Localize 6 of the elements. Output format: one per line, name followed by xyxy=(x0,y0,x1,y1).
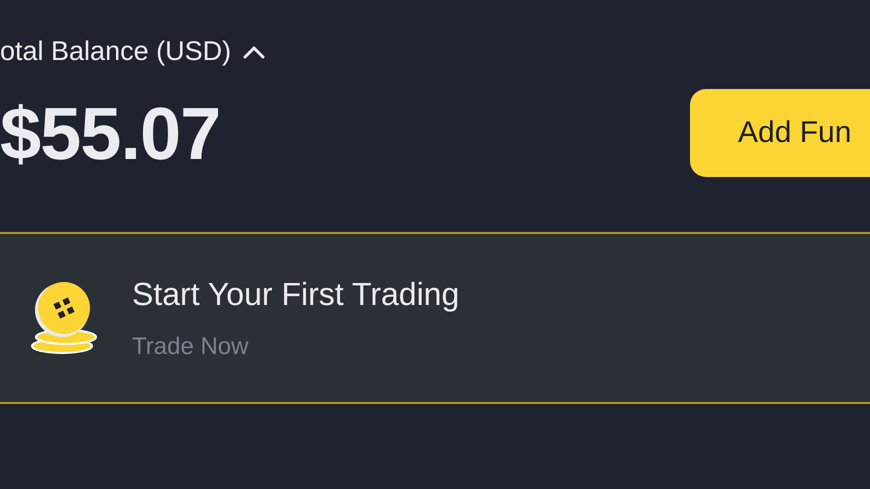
balance-amount: $55.07 xyxy=(0,90,220,176)
promo-title: Start Your First Trading xyxy=(132,276,460,312)
promo-card[interactable]: Start Your First Trading Trade Now xyxy=(0,232,870,404)
chevron-icon[interactable] xyxy=(243,44,266,58)
add-funds-button[interactable]: Add Fun xyxy=(690,89,870,177)
balance-label: otal Balance (USD) xyxy=(0,36,232,67)
